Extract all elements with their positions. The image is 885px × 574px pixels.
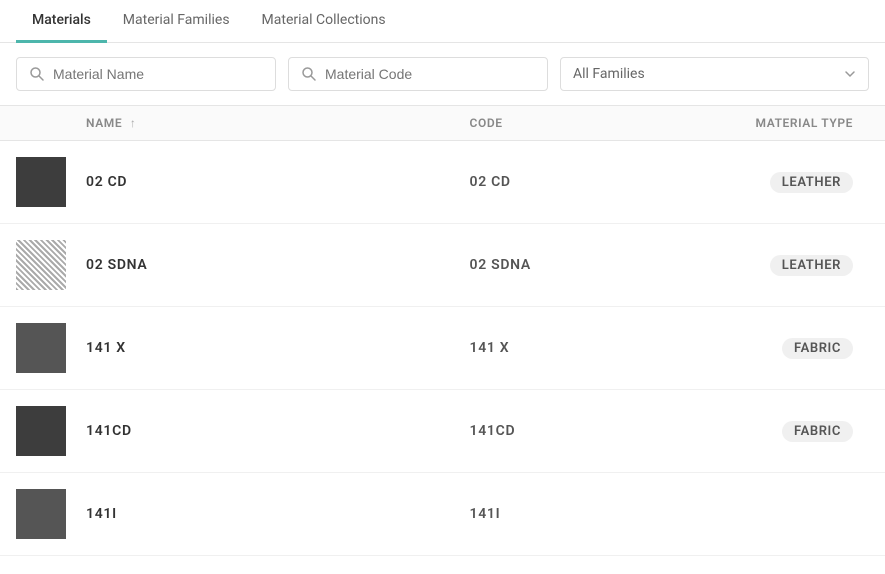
material-type-badge: Fabric bbox=[782, 421, 853, 442]
table-body: 02 CD 02 CD Leather 02 sDNA 02 SDNA Leat… bbox=[0, 141, 885, 556]
row-thumbnail bbox=[16, 157, 86, 207]
row-material-type: Leather bbox=[661, 255, 869, 276]
row-name: 141CD bbox=[86, 423, 470, 439]
row-thumbnail bbox=[16, 323, 86, 373]
name-search-input[interactable] bbox=[53, 66, 263, 82]
row-name: 141 X bbox=[86, 340, 470, 356]
tab-bar: Materials Material Families Material Col… bbox=[0, 0, 885, 43]
row-thumbnail bbox=[16, 489, 86, 539]
material-type-badge: Leather bbox=[770, 255, 853, 276]
row-material-type: Fabric bbox=[661, 421, 869, 442]
material-thumbnail bbox=[16, 157, 66, 207]
row-code: 02 SDNA bbox=[470, 257, 662, 273]
code-search-input[interactable] bbox=[325, 66, 535, 82]
search-icon bbox=[29, 66, 45, 82]
tab-materials[interactable]: Materials bbox=[16, 0, 107, 43]
row-code: 141I bbox=[470, 506, 662, 522]
row-material-type: Leather bbox=[661, 172, 869, 193]
families-dropdown[interactable]: All Families bbox=[560, 57, 869, 91]
table-row[interactable]: 141I 141I bbox=[0, 473, 885, 556]
table-row[interactable]: 02 CD 02 CD Leather bbox=[0, 141, 885, 224]
sort-arrow-icon: ↑ bbox=[130, 116, 137, 130]
row-code: 141 X bbox=[470, 340, 662, 356]
row-name: 02 sDNA bbox=[86, 257, 470, 273]
row-code: 141CD bbox=[470, 423, 662, 439]
code-search-box[interactable] bbox=[288, 57, 548, 91]
material-thumbnail bbox=[16, 240, 66, 290]
material-type-badge: Leather bbox=[770, 172, 853, 193]
material-type-badge: Fabric bbox=[782, 338, 853, 359]
header-name[interactable]: NAME ↑ bbox=[86, 116, 470, 130]
chevron-down-icon bbox=[844, 68, 856, 80]
table-header: NAME ↑ CODE MATERIAL TYPE bbox=[0, 106, 885, 141]
header-code[interactable]: CODE bbox=[470, 116, 662, 130]
row-name: 141I bbox=[86, 506, 470, 522]
material-thumbnail bbox=[16, 406, 66, 456]
families-dropdown-label: All Families bbox=[573, 66, 645, 82]
search-icon bbox=[301, 66, 317, 82]
row-material-type: Fabric bbox=[661, 338, 869, 359]
row-thumbnail bbox=[16, 240, 86, 290]
header-material-type[interactable]: MATERIAL TYPE bbox=[661, 116, 869, 130]
row-code: 02 CD bbox=[470, 174, 662, 190]
row-name: 02 CD bbox=[86, 174, 470, 190]
material-thumbnail bbox=[16, 489, 66, 539]
name-search-box[interactable] bbox=[16, 57, 276, 91]
tab-families[interactable]: Material Families bbox=[107, 0, 246, 43]
table-row[interactable]: 141 X 141 X Fabric bbox=[0, 307, 885, 390]
table-row[interactable]: 02 sDNA 02 SDNA Leather bbox=[0, 224, 885, 307]
filter-row: All Families bbox=[0, 43, 885, 106]
material-thumbnail bbox=[16, 323, 66, 373]
row-thumbnail bbox=[16, 406, 86, 456]
table-row[interactable]: 141CD 141CD Fabric bbox=[0, 390, 885, 473]
tab-collections[interactable]: Material Collections bbox=[246, 0, 402, 43]
